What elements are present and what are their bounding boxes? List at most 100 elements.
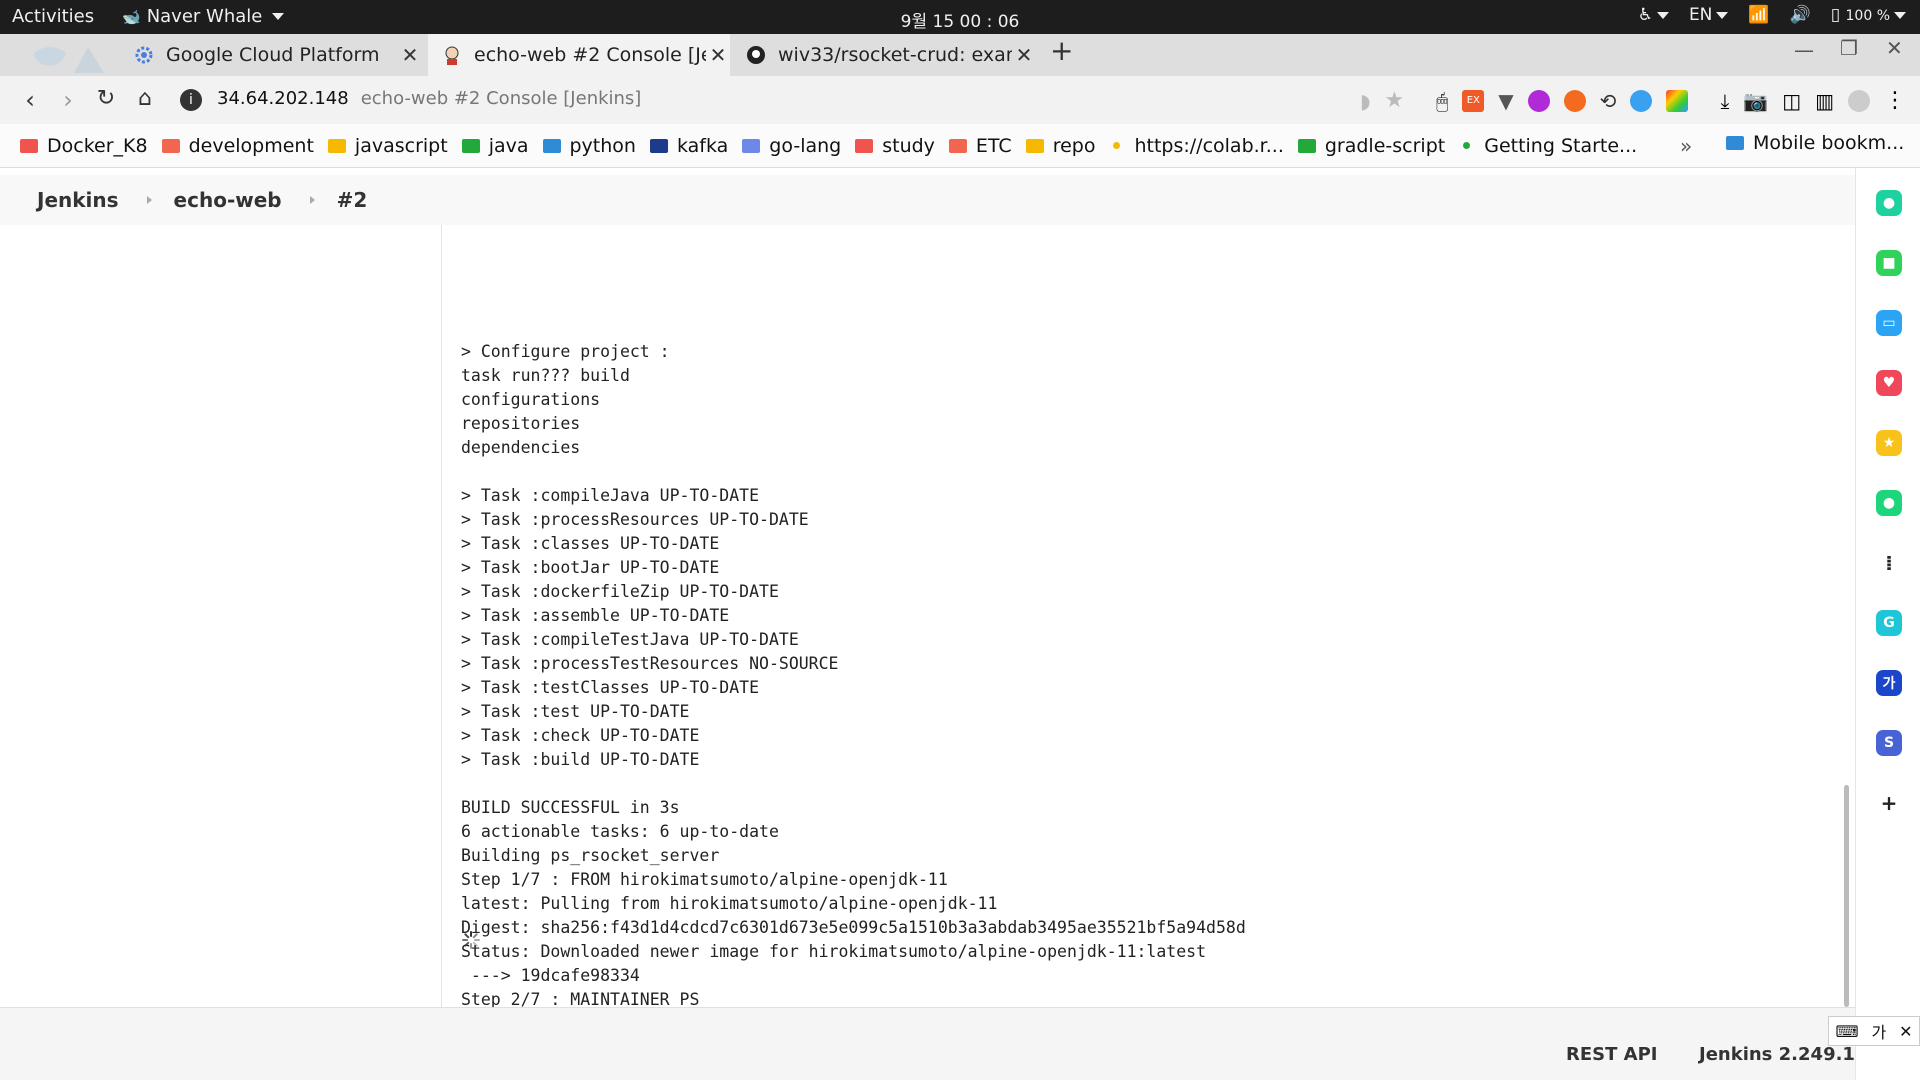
battery-icon[interactable]: ▯ 100 % <box>1831 5 1906 25</box>
console-line: Building ps_rsocket_server <box>461 846 720 865</box>
jenkins-footer: REST API Jenkins 2.249.1 <box>0 1007 1855 1080</box>
console-line: > Task :test UP-TO-DATE <box>461 702 690 721</box>
pocket-icon[interactable]: ♥ <box>1876 370 1902 396</box>
page-scrollbar[interactable] <box>1844 785 1849 1007</box>
home-icon[interactable]: ⌂ <box>131 86 159 111</box>
ime-mode[interactable]: 가 <box>1871 1019 1886 1043</box>
close-icon[interactable]: ✕ <box>706 43 730 67</box>
window-close-icon[interactable]: ✕ <box>1886 36 1903 60</box>
bookmark-development[interactable]: development <box>161 135 314 157</box>
profile-avatar-icon[interactable] <box>1848 89 1870 112</box>
restore-icon[interactable]: ❐ <box>1840 36 1858 60</box>
keyboard-icon[interactable]: ⌨ <box>1835 1022 1858 1041</box>
forward-icon[interactable]: › <box>54 86 82 114</box>
favorites-star-icon[interactable]: ★ <box>1876 430 1902 456</box>
close-icon[interactable]: ✕ <box>1012 43 1036 67</box>
sidebar-toggle-icon[interactable]: ▥ <box>1815 89 1834 113</box>
bookmark-docker-k8[interactable]: Docker_K8 <box>20 135 148 157</box>
mouse-gesture-icon[interactable]: 🖱 <box>1436 89 1448 113</box>
breadcrumb-build-2[interactable]: #2 <box>337 188 368 212</box>
translate-app-icon[interactable]: G <box>1876 610 1902 636</box>
new-tab-button[interactable]: + <box>1050 34 1073 67</box>
input-language[interactable]: EN <box>1689 5 1729 25</box>
folder-icon <box>1726 136 1744 150</box>
bookmark-gradle-script[interactable]: gradle-script <box>1297 135 1445 157</box>
bookmark-java[interactable]: java <box>461 135 529 157</box>
bookmark-mobile[interactable]: Mobile bookm... <box>1726 132 1904 154</box>
bookmark-python[interactable]: python <box>542 135 636 157</box>
network-icon[interactable]: 📶 <box>1748 5 1769 25</box>
capture-icon[interactable]: 📷 <box>1743 89 1768 113</box>
shield-icon[interactable]: ◗ <box>1360 89 1371 113</box>
breadcrumb-jenkins[interactable]: Jenkins <box>37 188 174 212</box>
console-output: > Configure project : task run??? build co… <box>461 218 1831 1008</box>
whale-logo-icon <box>30 39 110 73</box>
tab-github-rsocket[interactable]: wiv33/rsocket-crud: example ✕ <box>736 34 1036 76</box>
chevron-right-icon <box>309 196 315 204</box>
bookmark-javascript[interactable]: javascript <box>327 135 448 157</box>
bookmark-bar: Docker_K8 development javascript java py… <box>0 124 1920 168</box>
gear-icon <box>134 45 154 65</box>
more-menu-icon[interactable]: ⋮ <box>1884 88 1906 113</box>
ex-extension-icon[interactable]: EX <box>1462 89 1485 112</box>
bookmark-repo[interactable]: repo <box>1025 135 1095 157</box>
notification-app-icon[interactable]: ● <box>1876 490 1902 516</box>
download-icon[interactable]: ⤓ <box>1720 89 1729 113</box>
system-clock[interactable]: 9월 15 00 : 06 <box>0 7 1920 32</box>
bookmark-etc[interactable]: ETC <box>948 135 1012 157</box>
sync-extension-icon[interactable]: ⟲ <box>1600 89 1617 113</box>
whale-green-icon[interactable]: ● <box>1876 190 1902 216</box>
url-field[interactable]: 34.64.202.148 echo-web #2 Console [Jenki… <box>217 88 641 109</box>
bookmark-go-lang[interactable]: go-lang <box>742 135 841 157</box>
add-app-icon[interactable]: + <box>1876 790 1902 816</box>
folder-icon <box>855 138 874 153</box>
dots-app-icon[interactable]: ⁞ <box>1876 550 1902 576</box>
vue-devtools-icon[interactable]: ▼ <box>1498 89 1513 113</box>
breadcrumb-echo-web[interactable]: echo-web <box>174 188 337 212</box>
system-tray[interactable]: ♿ EN 📶 🔊 ▯ 100 % <box>1638 5 1906 25</box>
ime-tools-icon[interactable]: ✕ <box>1899 1022 1912 1041</box>
console-line: latest: Pulling from hirokimatsumoto/alp… <box>461 894 998 913</box>
bookmark-colab[interactable]: https://colab.r... <box>1109 135 1284 157</box>
s-app-icon[interactable]: S <box>1876 730 1902 756</box>
calendar-app-icon[interactable]: ▭ <box>1876 310 1902 336</box>
colorful-extension-icon[interactable] <box>1666 89 1689 112</box>
korean-dict-icon[interactable]: 가 <box>1876 670 1902 696</box>
folder-icon <box>1025 138 1044 153</box>
ime-toolbar[interactable]: ⌨ 가 ✕ <box>1828 1016 1920 1046</box>
folder-icon <box>161 138 180 153</box>
reader-mode-icon[interactable]: ◫ <box>1782 89 1801 113</box>
tab-google-cloud[interactable]: Google Cloud Platform ✕ <box>122 34 422 76</box>
jenkins-version-link[interactable]: Jenkins 2.249.1 <box>1699 1044 1855 1065</box>
blue-extension-icon[interactable] <box>1630 89 1653 112</box>
accessibility-icon[interactable]: ♿ <box>1638 5 1669 25</box>
bookmark-study[interactable]: study <box>855 135 935 157</box>
console-line: > Task :build UP-TO-DATE <box>461 750 700 769</box>
purple-extension-icon[interactable] <box>1527 89 1550 112</box>
more-bookmarks-icon[interactable]: » <box>1680 134 1692 158</box>
jenkins-icon <box>442 45 462 65</box>
console-line: BUILD SUCCESSFUL in 3s <box>461 798 680 817</box>
bookmark-kafka[interactable]: kafka <box>649 135 728 157</box>
extension-toolbar: ◗ ★ 🖱 EX ▼ ⟲ ⤓ 📷 ◫ ▥ ⋮ <box>1360 88 1906 113</box>
site-info-icon[interactable]: i <box>180 89 202 111</box>
console-line: ---> 19dcafe98334 <box>461 966 640 985</box>
browser-tab-bar: Google Cloud Platform ✕ echo-web #2 Cons… <box>0 34 1920 76</box>
volume-icon[interactable]: 🔊 <box>1790 5 1811 25</box>
minimize-icon[interactable]: — <box>1794 38 1814 62</box>
reload-icon[interactable]: ↻ <box>92 86 120 111</box>
console-line: > Task :dockerfileZip UP-TO-DATE <box>461 582 779 601</box>
console-line: > Task :bootJar UP-TO-DATE <box>461 558 720 577</box>
rest-api-link[interactable]: REST API <box>1566 1044 1658 1065</box>
green-app-icon[interactable]: ■ <box>1876 250 1902 276</box>
tab-jenkins-console[interactable]: echo-web #2 Console [Jenkins] ✕ <box>428 34 730 76</box>
orange-extension-icon[interactable] <box>1563 89 1586 112</box>
bookmark-star-icon[interactable]: ★ <box>1385 88 1405 113</box>
site-dot-icon <box>1463 142 1471 149</box>
close-icon[interactable]: ✕ <box>398 43 422 67</box>
back-icon[interactable]: ‹ <box>16 86 44 114</box>
address-toolbar: ‹ › ↻ ⌂ i 34.64.202.148 echo-web #2 Cons… <box>0 76 1920 124</box>
bookmark-getting-started[interactable]: Getting Starte... <box>1459 135 1637 157</box>
